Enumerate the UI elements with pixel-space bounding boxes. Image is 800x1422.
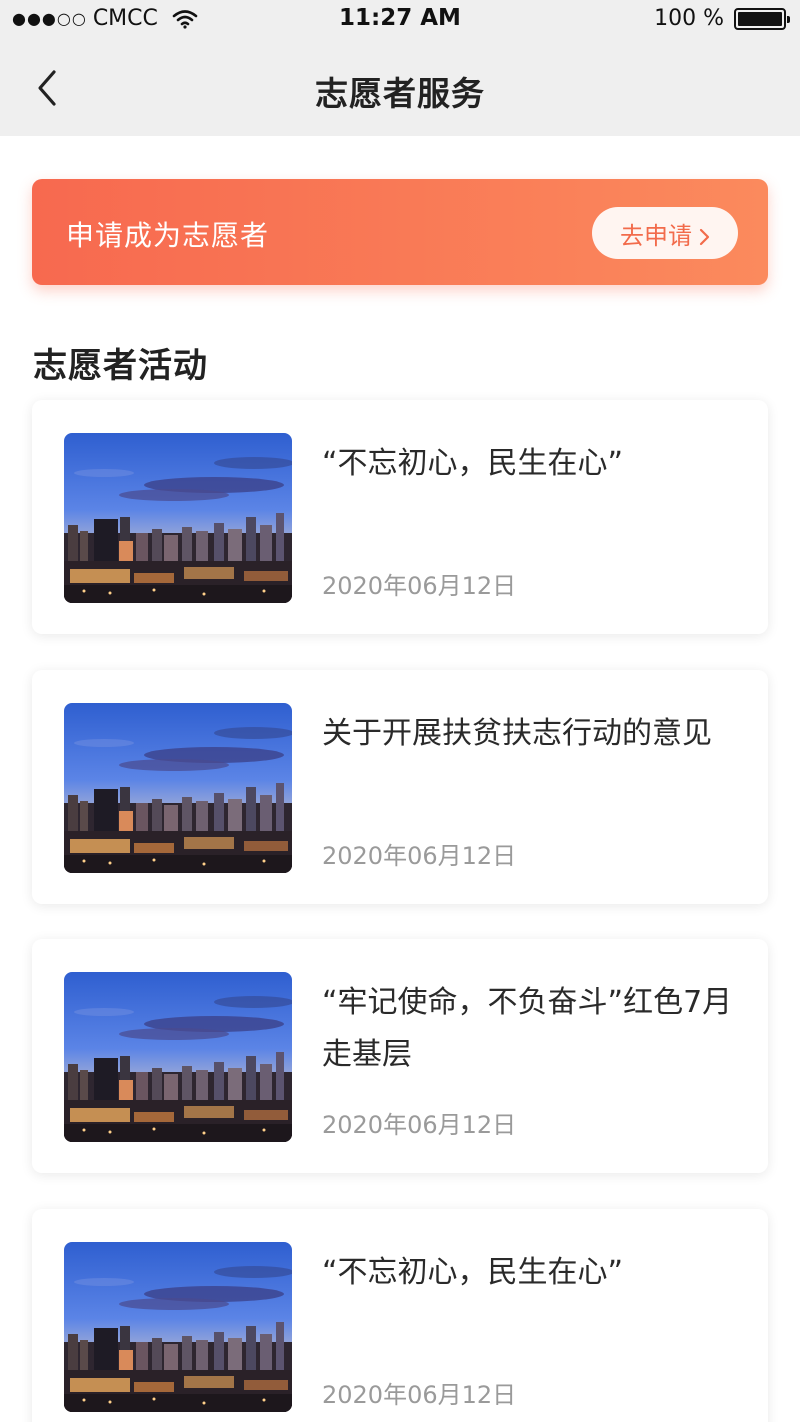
activity-thumbnail xyxy=(64,972,292,1142)
header-area: ●●●○○ CMCC 11:27 AM 100 % 志愿者服务 xyxy=(0,0,800,136)
chevron-right-icon xyxy=(698,224,710,246)
activity-card[interactable]: 关于开展扶贫扶志行动的意见 2020年06月12日 xyxy=(32,670,768,904)
apply-button[interactable]: 去申请 xyxy=(592,207,738,259)
activity-title: “牢记使命，不负奋斗”红色7月走基层 xyxy=(322,985,733,1072)
battery-percent: 100 % xyxy=(654,6,724,31)
activity-date: 2020年06月12日 xyxy=(322,842,517,870)
activity-card[interactable]: “牢记使命，不负奋斗”红色7月走基层 2020年06月12日 xyxy=(32,939,768,1173)
banner-text: 申请成为志愿者 xyxy=(66,219,270,252)
activity-card[interactable]: “不忘初心，民生在心” 2020年06月12日 xyxy=(32,1209,768,1422)
activity-thumbnail xyxy=(64,433,292,603)
activity-title: “不忘初心，民生在心” xyxy=(322,1255,624,1290)
section-title: 志愿者活动 xyxy=(33,346,208,386)
activity-thumbnail xyxy=(64,703,292,873)
activity-card[interactable]: “不忘初心，民生在心” 2020年06月12日 xyxy=(32,400,768,634)
activity-thumbnail xyxy=(64,1242,292,1412)
activity-date: 2020年06月12日 xyxy=(322,572,517,600)
apply-button-label: 去申请 xyxy=(620,221,692,250)
status-bar: ●●●○○ CMCC 11:27 AM 100 % xyxy=(0,0,800,40)
activity-date: 2020年06月12日 xyxy=(322,1111,517,1139)
status-right: 100 % xyxy=(654,6,790,31)
activity-date: 2020年06月12日 xyxy=(322,1381,517,1409)
page-title: 志愿者服务 xyxy=(315,74,485,113)
battery-icon xyxy=(734,7,790,30)
activity-title: 关于开展扶贫扶志行动的意见 xyxy=(322,716,712,751)
apply-volunteer-banner[interactable]: 申请成为志愿者 去申请 xyxy=(32,179,768,285)
activity-title: “不忘初心，民生在心” xyxy=(322,446,624,481)
navigation-bar: 志愿者服务 xyxy=(0,40,800,136)
